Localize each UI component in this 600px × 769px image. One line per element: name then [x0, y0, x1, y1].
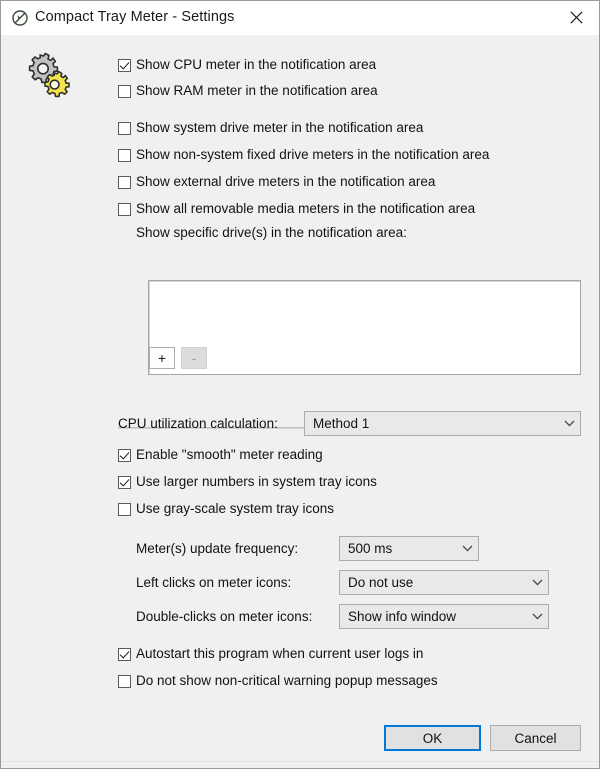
cpu-method-value: Method 1 [313, 416, 370, 431]
left-clicks-value: Do not use [348, 575, 414, 590]
checkbox-gray-scale-icons[interactable]: Use gray-scale system tray icons [118, 501, 334, 517]
gears-icon [23, 51, 71, 99]
ok-button[interactable]: OK [384, 725, 481, 751]
checkbox-label: Autostart this program when current user… [136, 646, 424, 661]
checkbox-box[interactable] [118, 476, 131, 489]
update-frequency-select[interactable]: 500 ms [339, 536, 479, 561]
close-icon[interactable] [553, 1, 599, 34]
titlebar: Compact Tray Meter - Settings [1, 1, 599, 36]
chevron-down-icon [526, 579, 548, 586]
checkbox-label: Use larger numbers in system tray icons [136, 474, 377, 489]
checkbox-show-system-drive[interactable]: Show system drive meter in the notificat… [118, 120, 423, 136]
checkbox-show-ram-meter[interactable]: Show RAM meter in the notification area [118, 83, 378, 99]
checkbox-box[interactable] [118, 648, 131, 661]
window-title: Compact Tray Meter - Settings [35, 9, 235, 25]
update-frequency-value: 500 ms [348, 541, 393, 556]
checkbox-label: Show CPU meter in the notification area [136, 57, 377, 72]
add-drive-button[interactable]: + [149, 347, 175, 369]
checkbox-label: Show non-system fixed drive meters in th… [136, 147, 490, 162]
double-clicks-value: Show info window [348, 609, 457, 624]
checkbox-enable-smooth-reading[interactable]: Enable "smooth" meter reading [118, 447, 323, 463]
window-bottom-strip [1, 761, 599, 768]
checkbox-show-removable-media[interactable]: Show all removable media meters in the n… [118, 201, 475, 217]
checkbox-label: Show RAM meter in the notification area [136, 83, 378, 98]
checkbox-label: Enable "smooth" meter reading [136, 447, 323, 462]
checkbox-label: Use gray-scale system tray icons [136, 501, 335, 516]
checkbox-show-cpu-meter[interactable]: Show CPU meter in the notification area [118, 57, 376, 73]
checkbox-box[interactable] [118, 449, 131, 462]
left-clicks-label: Left clicks on meter icons: [136, 575, 292, 590]
chevron-down-icon [526, 613, 548, 620]
update-frequency-label: Meter(s) update frequency: [136, 541, 299, 556]
checkbox-show-nonsystem-drives[interactable]: Show non-system fixed drive meters in th… [118, 147, 489, 163]
checkbox-larger-numbers[interactable]: Use larger numbers in system tray icons [118, 474, 377, 490]
checkbox-box[interactable] [118, 675, 131, 688]
gauge-meter-icon [11, 9, 29, 27]
checkbox-box[interactable] [118, 59, 131, 72]
dialog-body: Show CPU meter in the notification area … [1, 35, 599, 768]
cpu-method-label: CPU utilization calculation: [118, 416, 278, 431]
checkbox-autostart[interactable]: Autostart this program when current user… [118, 646, 423, 662]
checkbox-no-warning-popups[interactable]: Do not show non-critical warning popup m… [118, 673, 438, 689]
checkbox-box[interactable] [118, 122, 131, 135]
checkbox-box[interactable] [118, 176, 131, 189]
remove-drive-button: - [181, 347, 207, 369]
specific-drives-label: Show specific drive(s) in the notificati… [136, 225, 407, 240]
double-clicks-label: Double-clicks on meter icons: [136, 609, 313, 624]
cpu-method-select[interactable]: Method 1 [304, 411, 581, 436]
checkbox-label: Show external drive meters in the notifi… [136, 174, 436, 189]
chevron-down-icon [456, 545, 478, 552]
checkbox-label: Show system drive meter in the notificat… [136, 120, 424, 135]
left-clicks-select[interactable]: Do not use [339, 570, 549, 595]
checkbox-label: Show all removable media meters in the n… [136, 201, 476, 216]
cancel-button[interactable]: Cancel [490, 725, 581, 751]
checkbox-box[interactable] [118, 85, 131, 98]
settings-window: Compact Tray Meter - Settings Show CPU m… [0, 0, 600, 769]
checkbox-box[interactable] [118, 149, 131, 162]
double-clicks-select[interactable]: Show info window [339, 604, 549, 629]
checkbox-box[interactable] [118, 203, 131, 216]
chevron-down-icon [558, 420, 580, 427]
checkbox-label: Do not show non-critical warning popup m… [136, 673, 438, 688]
specific-drives-listbox[interactable] [148, 280, 581, 375]
checkbox-box[interactable] [118, 503, 131, 516]
checkbox-show-external-drives[interactable]: Show external drive meters in the notifi… [118, 174, 435, 190]
